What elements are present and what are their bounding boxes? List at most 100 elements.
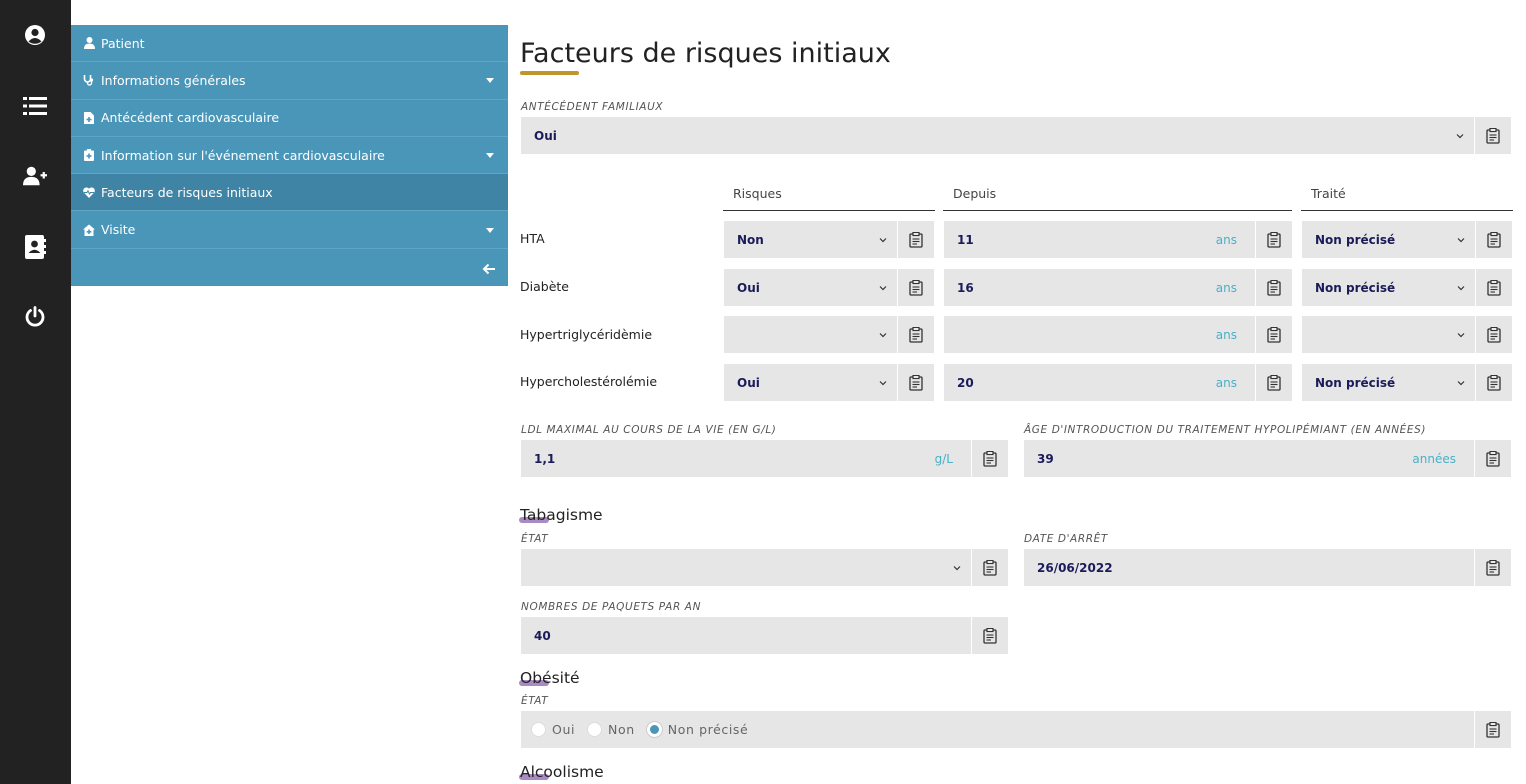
- hypercholesterolemie-risque-value: Oui: [737, 375, 760, 390]
- unit-label: ans: [1215, 280, 1237, 295]
- list-icon[interactable]: [23, 94, 47, 118]
- main-content: Facteurs de risques initiaux Antécédent …: [519, 0, 1515, 784]
- unit-label: années: [1412, 451, 1456, 466]
- hypercholesterolemie-depuis-value: 20: [957, 375, 974, 390]
- antecedent-familiaux-select[interactable]: Oui: [521, 117, 1474, 154]
- unit-label: ans: [1215, 375, 1237, 390]
- column-header-traite: Traité: [1301, 186, 1513, 211]
- chevron-down-icon: [879, 285, 887, 290]
- radio-label: Non: [608, 722, 635, 737]
- clipboard-icon[interactable]: [1475, 316, 1512, 353]
- hta-depuis-input[interactable]: 11 ans: [944, 221, 1255, 258]
- radio-non[interactable]: Non: [587, 722, 635, 737]
- diabete-risque-select[interactable]: Oui: [724, 269, 897, 306]
- user-icon: [83, 37, 95, 50]
- column-header-risques: Risques: [723, 186, 935, 211]
- clipboard-icon[interactable]: [1474, 711, 1511, 748]
- date-arret-label: Date d'arrêt: [1024, 533, 1108, 545]
- obesite-etat-radio-group: Oui Non Non précisé: [521, 711, 1474, 748]
- clipboard-icon[interactable]: [1474, 117, 1511, 154]
- row-label-hypertriglyceridemie: Hypertriglycéridèmie: [520, 327, 653, 342]
- address-book-icon[interactable]: [23, 235, 47, 259]
- radio-dot: [587, 722, 603, 737]
- unit-label: g/L: [934, 451, 953, 466]
- clipboard-icon[interactable]: [1255, 316, 1292, 353]
- clipboard-icon[interactable]: [1475, 221, 1512, 258]
- sidebar-item-label: Patient: [101, 35, 145, 51]
- clipboard-icon[interactable]: [897, 316, 934, 353]
- arrow-left-icon[interactable]: [482, 261, 496, 275]
- sidebar-item-visite[interactable]: Visite: [71, 211, 508, 249]
- clipboard-icon[interactable]: [971, 440, 1008, 477]
- sidebar-item-label: Informations générales: [101, 72, 246, 88]
- section-title-tabagisme: Tabagisme: [520, 506, 603, 524]
- ldl-max-input[interactable]: 1,1 g/L: [521, 440, 971, 477]
- diabete-risque-value: Oui: [737, 280, 760, 295]
- notes-medical-icon: [83, 149, 95, 162]
- file-medical-icon: [83, 111, 95, 124]
- hta-risque-select[interactable]: Non: [724, 221, 897, 258]
- chevron-down-icon: [1457, 237, 1465, 242]
- hta-traite-value: Non précisé: [1315, 232, 1396, 247]
- hypercholesterolemie-depuis-input[interactable]: 20 ans: [944, 364, 1255, 401]
- heartbeat-icon: [83, 186, 95, 198]
- row-label-diabete: Diabète: [520, 279, 569, 294]
- hta-traite-select[interactable]: Non précisé: [1302, 221, 1475, 258]
- hypertriglyceridemie-traite-select[interactable]: [1302, 316, 1475, 353]
- clipboard-icon[interactable]: [971, 549, 1008, 586]
- user-plus-icon[interactable]: [23, 164, 47, 188]
- clipboard-icon[interactable]: [1475, 269, 1512, 306]
- age-introduction-value: 39: [1037, 451, 1054, 466]
- chevron-down-icon: [879, 332, 887, 337]
- clipboard-icon[interactable]: [1474, 440, 1511, 477]
- hypercholesterolemie-traite-select[interactable]: Non précisé: [1302, 364, 1475, 401]
- hypercholesterolemie-risque-select[interactable]: Oui: [724, 364, 897, 401]
- hypertriglyceridemie-depuis-input[interactable]: ans: [944, 316, 1255, 353]
- paquets-par-an-input[interactable]: 40: [521, 617, 971, 654]
- column-header-depuis: Depuis: [943, 186, 1292, 211]
- radio-oui[interactable]: Oui: [531, 722, 575, 737]
- chevron-down-icon: [1456, 133, 1464, 138]
- clipboard-icon[interactable]: [897, 269, 934, 306]
- unit-label: ans: [1215, 232, 1237, 247]
- hypertriglyceridemie-risque-select[interactable]: [724, 316, 897, 353]
- sidebar-item-informations-generales[interactable]: Informations générales: [71, 62, 508, 100]
- page-title: Facteurs de risques initiaux: [520, 38, 891, 69]
- diabete-traite-value: Non précisé: [1315, 280, 1396, 295]
- ldl-max-label: LDL maximal au cours de la vie (en g/L): [521, 424, 777, 436]
- clipboard-icon[interactable]: [1255, 221, 1292, 258]
- clipboard-icon[interactable]: [1475, 364, 1512, 401]
- diabete-traite-select[interactable]: Non précisé: [1302, 269, 1475, 306]
- hta-depuis-value: 11: [957, 232, 974, 247]
- user-circle-icon[interactable]: [23, 23, 47, 47]
- chevron-down-icon: [1457, 285, 1465, 290]
- chevron-down-icon: [486, 227, 494, 233]
- clipboard-icon[interactable]: [1255, 269, 1292, 306]
- unit-label: ans: [1215, 327, 1237, 342]
- clipboard-icon[interactable]: [1474, 549, 1511, 586]
- tabagisme-etat-select[interactable]: [521, 549, 971, 586]
- clipboard-icon[interactable]: [971, 617, 1008, 654]
- sidebar-item-label: Visite: [101, 222, 136, 238]
- sidebar-item-antecedent-cardiovasculaire[interactable]: Antécédent cardiovasculaire: [71, 100, 508, 137]
- radio-label: Non précisé: [667, 722, 749, 737]
- paquets-par-an-value: 40: [534, 628, 551, 643]
- date-arret-value: 26/06/2022: [1037, 560, 1113, 575]
- sidebar-item-evenement-cardiovasculaire[interactable]: Information sur l'événement cardiovascul…: [71, 137, 508, 175]
- section-title-alcoolisme: Alcoolisme: [520, 763, 604, 781]
- radio-non-precise[interactable]: Non précisé: [646, 722, 749, 737]
- power-icon[interactable]: [23, 305, 47, 329]
- sidebar-item-facteurs-de-risques[interactable]: Facteurs de risques initiaux: [71, 174, 508, 212]
- chevron-down-icon: [879, 380, 887, 385]
- sidebar-item-patient[interactable]: Patient: [71, 25, 508, 63]
- diabete-depuis-input[interactable]: 16 ans: [944, 269, 1255, 306]
- age-introduction-input[interactable]: 39 années: [1024, 440, 1474, 477]
- date-arret-input[interactable]: 26/06/2022: [1024, 549, 1474, 586]
- hta-risque-value: Non: [737, 232, 764, 247]
- clipboard-icon[interactable]: [1255, 364, 1292, 401]
- stethoscope-icon: [83, 74, 95, 87]
- clipboard-icon[interactable]: [897, 221, 934, 258]
- paquets-par-an-label: Nombres de paquets par an: [521, 601, 702, 613]
- clipboard-icon[interactable]: [897, 364, 934, 401]
- app-rail: [0, 0, 71, 784]
